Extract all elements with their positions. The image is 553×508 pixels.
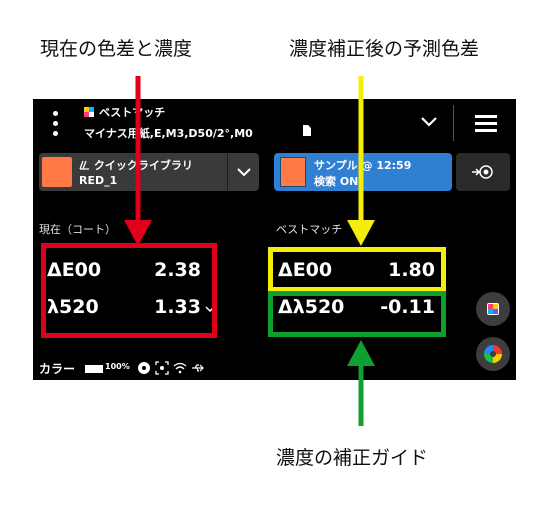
library-item: RED_1 (79, 174, 118, 187)
library-name-label: クイックライブラリ (93, 159, 193, 172)
battery-percent: 100% (105, 362, 130, 371)
top-bar: ベストマッチ マイナス用紙,E,M3,D50/2°,M0 (33, 99, 516, 147)
palette-icon (487, 303, 499, 315)
document-icon (303, 125, 311, 136)
best-match-icon (84, 107, 94, 117)
callout-current-color-diff: 現在の色差と濃度 (40, 38, 193, 60)
measurement-settings: マイナス用紙,E,M3,D50/2°,M0 (84, 127, 253, 140)
sample-title: サンプル @ 12:59 (314, 159, 412, 172)
battery-icon (85, 365, 103, 373)
divider (453, 105, 454, 141)
color-wheel-button[interactable] (476, 337, 510, 371)
scan-icon (155, 361, 169, 375)
sample-color-swatch (280, 157, 306, 187)
palette-button[interactable] (476, 292, 510, 326)
target-icon (138, 362, 150, 374)
current-values-highlight (41, 243, 217, 338)
sample-card[interactable]: サンプル @ 12:59 検索 ON (274, 153, 452, 191)
library-name: クイックライブラリ (79, 157, 193, 173)
chevron-down-icon (237, 168, 251, 177)
density-correction-highlight (268, 291, 446, 337)
measure-button[interactable] (456, 153, 510, 191)
current-section-header: 現在（コート） (39, 223, 116, 236)
mode-selector[interactable]: ベストマッチ マイナス用紙,E,M3,D50/2°,M0 (81, 103, 441, 143)
search-status: 検索 ON (314, 175, 359, 188)
color-mode-label: カラー (39, 362, 76, 376)
library-icon (79, 160, 89, 170)
color-wheel-icon (484, 345, 502, 363)
mode-title: ベストマッチ (99, 106, 166, 119)
library-dropdown-button[interactable] (227, 153, 260, 191)
chevron-down-icon[interactable] (417, 112, 441, 132)
more-menu-icon[interactable] (45, 109, 65, 139)
library-color-swatch (42, 157, 72, 187)
hamburger-menu-icon[interactable] (461, 107, 509, 139)
measure-target-icon (472, 165, 493, 179)
wifi-icon (173, 362, 187, 374)
predicted-delta-e-highlight (268, 247, 446, 292)
library-selector[interactable]: クイックライブラリ RED_1 (39, 153, 259, 191)
callout-predicted-color-diff: 濃度補正後の予測色差 (289, 38, 480, 60)
usb-icon (192, 364, 204, 372)
status-bar: カラー 100% (33, 357, 273, 379)
callout-density-guide: 濃度の補正ガイド (276, 447, 429, 469)
best-match-section-header: ベストマッチ (276, 223, 343, 236)
